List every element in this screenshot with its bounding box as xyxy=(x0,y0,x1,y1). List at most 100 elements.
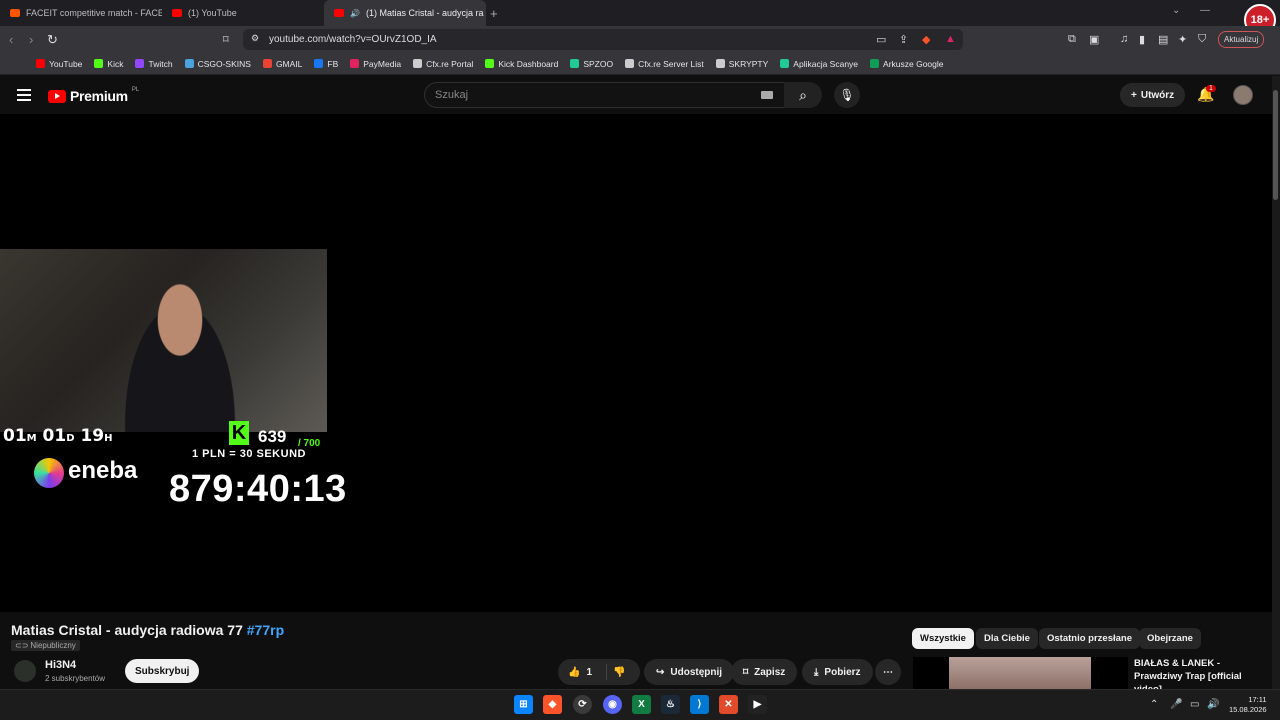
bookmark-cfx-re-server-list[interactable]: Cfx.re Server List xyxy=(625,59,704,69)
save-button[interactable]: ⌑ Zapisz xyxy=(731,659,798,685)
youtube-premium-logo[interactable]: Premium PL xyxy=(48,87,139,104)
like-count[interactable]: 1 xyxy=(586,667,592,678)
new-tab-button[interactable]: + xyxy=(490,6,498,21)
brave-shield-icon[interactable]: ◆ xyxy=(922,33,930,46)
bookmark-kick[interactable]: Kick xyxy=(94,59,123,69)
search-icon: ⌕ xyxy=(799,86,807,103)
chevron-down-icon[interactable]: ⌄ xyxy=(1172,5,1180,16)
create-button[interactable]: + Utwórz xyxy=(1120,83,1186,107)
update-button[interactable]: Aktualizuj xyxy=(1218,31,1265,48)
account-avatar[interactable] xyxy=(1233,85,1253,105)
kick-icon xyxy=(485,59,495,68)
network-icon[interactable]: ▭ xyxy=(1190,699,1199,710)
bookmark-spzoo[interactable]: SPZOO xyxy=(570,59,613,69)
page-scrollbar[interactable] xyxy=(1272,76,1280,689)
vpn-icon[interactable]: ⛉ xyxy=(1198,33,1206,46)
xampp-icon[interactable]: ✕ xyxy=(719,695,738,714)
bookmark-paymedia[interactable]: PayMedia xyxy=(350,59,401,69)
system-clock[interactable]: 17:11 15.08.2026 xyxy=(1229,695,1267,715)
bookmark-icon[interactable]: ⌑ xyxy=(223,33,229,46)
timer-unit: H xyxy=(104,433,113,444)
hashtag-link[interactable]: #77rp xyxy=(247,622,284,638)
subscribe-button[interactable]: Subskrybuj xyxy=(125,659,200,683)
url-text: youtube.com/watch?v=OUrvZ1OD_IA xyxy=(269,34,437,45)
paymedia-icon xyxy=(350,59,360,68)
bookmark-cfx-re-portal[interactable]: Cfx.re Portal xyxy=(413,59,473,69)
recommended-video-thumbnail[interactable] xyxy=(913,657,1128,690)
steam-icon[interactable]: ♨ xyxy=(661,695,680,714)
bookmark-label: Cfx.re Server List xyxy=(638,58,704,69)
kick-icon xyxy=(94,59,104,68)
bookmark-label: Kick xyxy=(107,58,124,69)
faceit-client-icon[interactable]: ▶ xyxy=(748,695,767,714)
bookmark-label: SPZOO xyxy=(583,58,614,69)
wallet-icon[interactable]: ▤ xyxy=(1158,33,1168,46)
speaker-icon[interactable]: 🔊 xyxy=(350,9,360,18)
mic-icon: 🎙 xyxy=(839,88,855,102)
music-icon[interactable]: ♫ xyxy=(1120,33,1128,45)
share-icon[interactable]: ⇪ xyxy=(899,33,908,46)
microphone-tray-icon[interactable]: 🎤 xyxy=(1170,699,1182,710)
download-button[interactable]: ⤓ Pobierz xyxy=(802,659,873,685)
bookmark-label: GMAIL xyxy=(275,58,303,69)
bookmark-skrypty[interactable]: SKRYPTY xyxy=(715,59,768,69)
bookmark-fb[interactable]: FB xyxy=(314,59,338,69)
forward-icon[interactable]: › xyxy=(29,32,33,47)
tab-active-video[interactable]: 🔊 (1) Matias Cristal - audycja ra ✕ xyxy=(324,0,486,26)
channel-name[interactable]: Hi3N4 xyxy=(45,659,76,671)
extensions-icon[interactable]: ⧉ xyxy=(1068,33,1076,46)
url-field[interactable]: youtube.com/watch?v=OUrvZ1OD_IA xyxy=(243,29,963,50)
more-actions-button[interactable]: ⋯ xyxy=(875,659,901,685)
menu-icon[interactable] xyxy=(17,89,31,104)
chip-recently-uploaded[interactable]: Ostatnio przesłane xyxy=(1039,628,1140,649)
search-button[interactable]: ⌕ xyxy=(784,82,822,108)
excel-icon[interactable]: X xyxy=(632,695,651,714)
thumbs-down-icon[interactable]: 👎 xyxy=(613,667,625,678)
windows-start-icon[interactable]: ⊞ xyxy=(514,695,533,714)
subathon-elapsed-timer: 01M 01D 19H xyxy=(3,426,113,446)
brave-rewards-icon[interactable]: ▲ xyxy=(945,33,956,45)
share-button[interactable]: ↪ Udostępnij xyxy=(644,659,735,685)
volume-icon[interactable]: 🔊 xyxy=(1207,699,1219,710)
bookmark-gmail[interactable]: GMAIL xyxy=(262,58,303,69)
opera-gx-icon[interactable]: ⟳ xyxy=(573,695,592,714)
app-icon xyxy=(780,59,790,68)
discord-icon[interactable]: ◉ xyxy=(603,695,622,714)
sponsor-name: eneba xyxy=(68,457,138,484)
chip-all[interactable]: Wszystkie xyxy=(912,628,974,649)
sheet-icon xyxy=(570,59,580,68)
kick-logo-icon: K xyxy=(229,421,249,445)
tab-youtube[interactable]: (1) YouTube xyxy=(162,0,324,26)
keyboard-icon[interactable] xyxy=(761,91,773,99)
thumbnail-image xyxy=(949,657,1091,690)
back-icon[interactable]: ‹ xyxy=(9,32,13,47)
search-input[interactable]: Szukaj xyxy=(424,82,786,108)
timer-months: 01 xyxy=(3,426,27,446)
cast-icon[interactable]: ▭ xyxy=(876,33,886,46)
vscode-icon[interactable]: ⟩ xyxy=(690,695,709,714)
tab-label: FACEIT competitive match - FACEIT.c xyxy=(26,8,162,18)
site-settings-icon[interactable]: ⚙ xyxy=(251,33,259,44)
minimize-icon[interactable]: — xyxy=(1200,5,1210,16)
bookmark-csgo-skins[interactable]: CSGO-SKINS xyxy=(184,59,251,69)
bookmark-aplikacja-scanye[interactable]: Aplikacja Scanye xyxy=(780,59,858,69)
leo-ai-icon[interactable]: ✦ xyxy=(1178,33,1187,46)
tab-faceit[interactable]: FACEIT competitive match - FACEIT.c xyxy=(0,0,162,26)
bookmark-arkusze-google[interactable]: Arkusze Google xyxy=(870,59,944,69)
chip-watched[interactable]: Obejrzane xyxy=(1139,628,1201,649)
thumbs-up-icon[interactable]: 👍 xyxy=(568,667,580,678)
bookmark-twitch[interactable]: Twitch xyxy=(135,59,173,69)
bookmark-youtube[interactable]: YouTube xyxy=(36,59,82,69)
chip-for-you[interactable]: Dla Ciebie xyxy=(976,628,1038,649)
brave-browser-icon[interactable]: ◆ xyxy=(543,695,562,714)
tray-chevron-icon[interactable]: ⌃ xyxy=(1150,699,1158,710)
channel-avatar[interactable] xyxy=(14,660,36,682)
voice-search-button[interactable]: 🎙 xyxy=(834,82,860,108)
screenshot-icon[interactable]: ▣ xyxy=(1089,33,1099,46)
reload-icon[interactable]: ↻ xyxy=(47,32,58,48)
bookmark-kick-dashboard[interactable]: Kick Dashboard xyxy=(485,59,558,69)
scrollbar-thumb[interactable] xyxy=(1273,90,1278,200)
youtube-icon xyxy=(36,59,45,68)
divider xyxy=(606,664,608,680)
sidebar-icon[interactable]: ▮ xyxy=(1139,33,1145,46)
